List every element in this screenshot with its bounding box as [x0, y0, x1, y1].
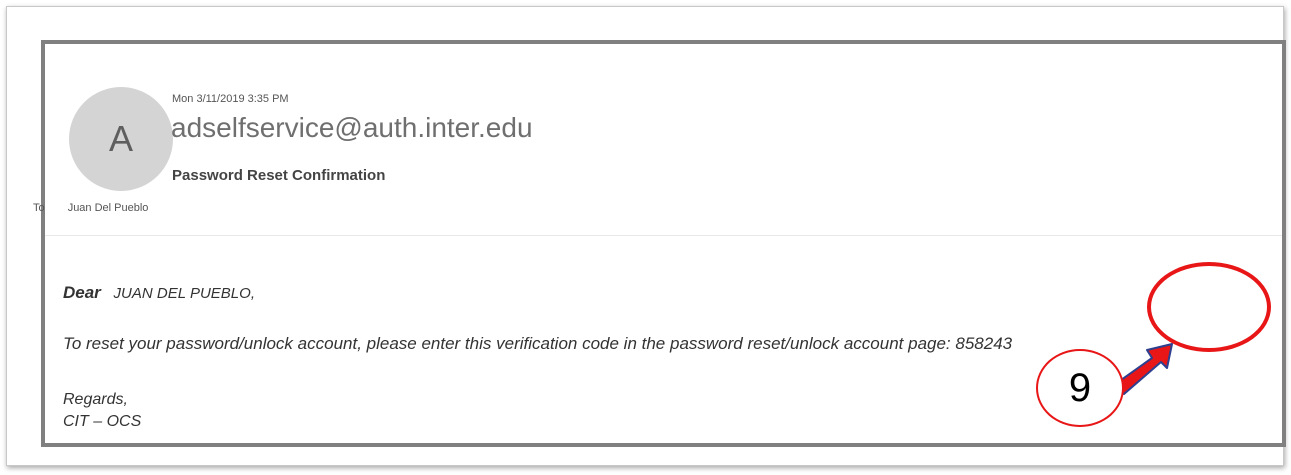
email-subject: Password Reset Confirmation — [172, 167, 386, 184]
email-timestamp: Mon 3/11/2019 3:35 PM — [172, 93, 289, 105]
recipient-row: To Juan Del Pueblo — [33, 202, 148, 214]
header-divider — [45, 235, 1282, 236]
avatar-initial: A — [108, 118, 133, 159]
signoff: Regards, CIT – OCS — [63, 389, 141, 433]
greeting-word: Dear — [63, 283, 101, 302]
to-label: To — [33, 202, 45, 214]
regards-text: Regards, — [63, 391, 128, 408]
greeting-line: Dear JUAN DEL PUEBLO, — [63, 283, 255, 303]
step-number-badge: 9 — [1036, 349, 1124, 427]
signature-text: CIT – OCS — [63, 413, 142, 430]
sender-address[interactable]: adselfservice@auth.inter.edu — [171, 112, 533, 144]
sender-avatar: A — [69, 87, 173, 191]
recipient-name[interactable]: Juan Del Pueblo — [68, 202, 149, 214]
greeting-recipient: JUAN DEL PUEBLO, — [113, 285, 255, 302]
verification-message: To reset your password/unlock account, p… — [63, 334, 1013, 353]
step-number: 9 — [1068, 365, 1092, 410]
